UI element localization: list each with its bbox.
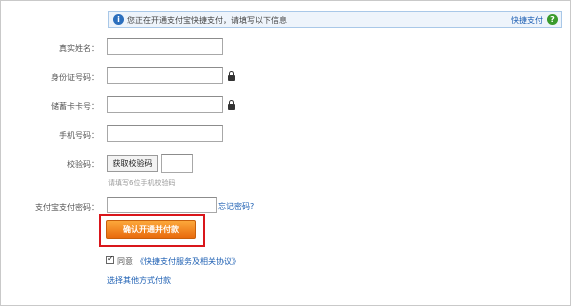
info-bar: i 您正在开通支付宝快捷支付，请填写以下信息 快捷支付 ?: [108, 11, 562, 28]
id-number-input[interactable]: [107, 67, 223, 84]
card-number-input[interactable]: [107, 96, 223, 113]
check-icon: ✓: [107, 254, 114, 263]
id-number-label: 身份证号码：: [51, 73, 99, 82]
alipay-password-input[interactable]: [107, 197, 217, 213]
alipay-password-label: 支付宝支付密码：: [35, 203, 99, 212]
info-message: 您正在开通支付宝快捷支付，请填写以下信息: [127, 16, 287, 25]
verify-code-input[interactable]: [161, 154, 193, 173]
agree-label: 同意: [117, 257, 133, 266]
lock-icon: [228, 71, 235, 81]
agreement-link[interactable]: 《快捷支付服务及相关协议》: [136, 256, 240, 267]
agree-checkbox[interactable]: ✓: [106, 254, 114, 264]
confirm-pay-button[interactable]: 确认开通并付款: [106, 220, 196, 239]
real-name-input[interactable]: [107, 38, 223, 55]
real-name-label: 真实姓名：: [59, 44, 99, 53]
info-icon: i: [113, 14, 124, 25]
quickpay-link[interactable]: 快捷支付: [511, 15, 543, 26]
get-code-button[interactable]: 获取校验码: [107, 155, 158, 172]
other-payment-link[interactable]: 选择其他方式付款: [107, 275, 171, 286]
forgot-password-link[interactable]: 忘记密码?: [218, 201, 254, 212]
phone-input[interactable]: [107, 125, 223, 142]
lock-icon: [228, 100, 235, 110]
verify-code-label: 校验码：: [67, 160, 99, 169]
code-hint: 请填写6位手机校验码: [108, 179, 176, 187]
card-number-label: 储蓄卡卡号：: [51, 102, 99, 111]
help-icon[interactable]: ?: [547, 14, 558, 25]
phone-label: 手机号码：: [59, 131, 99, 140]
